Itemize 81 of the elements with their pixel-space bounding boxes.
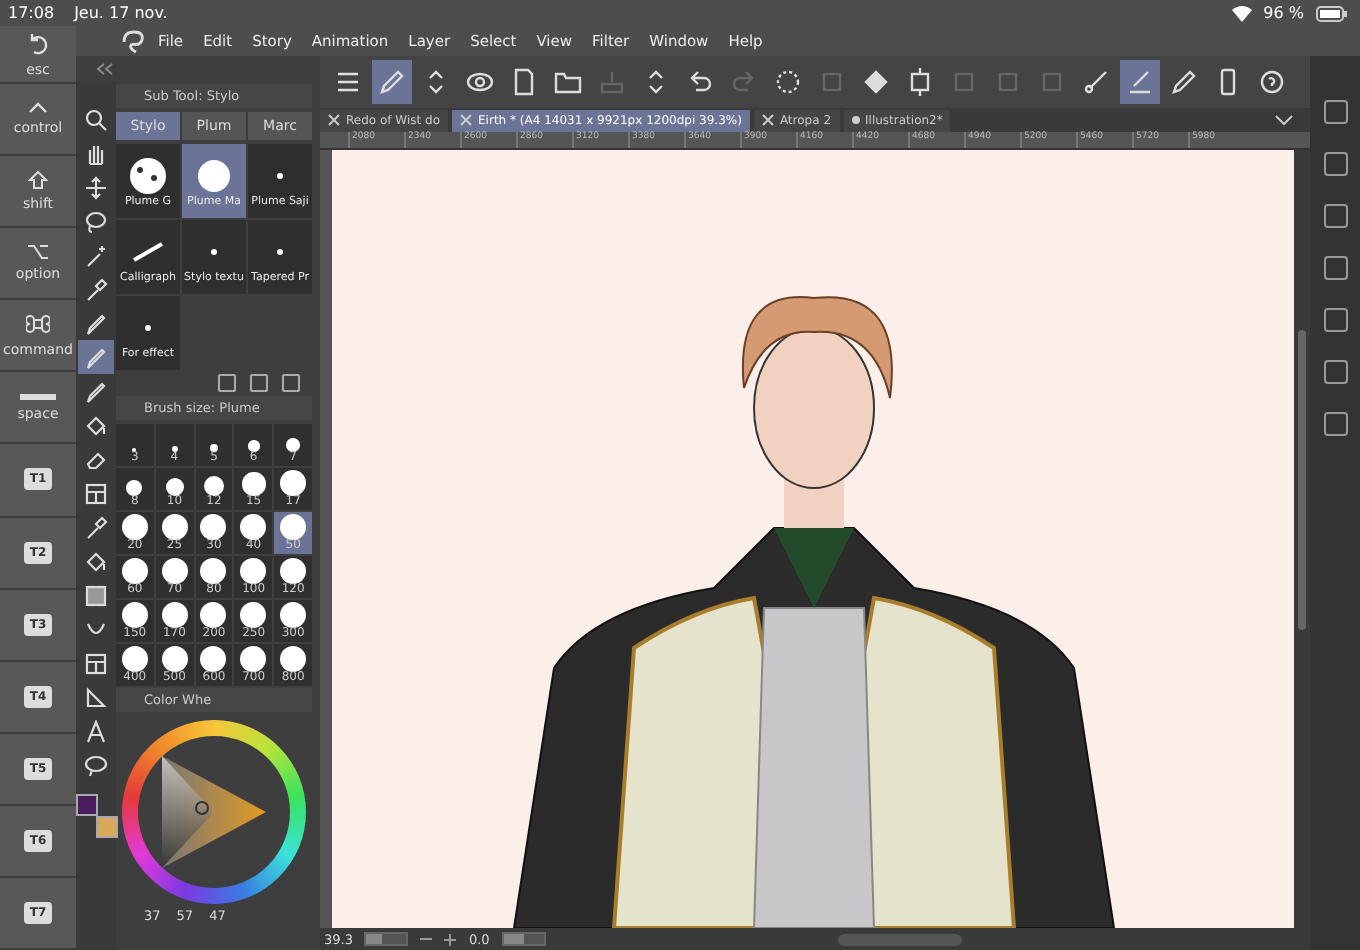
dot-preview-icon: [276, 171, 284, 179]
canvas[interactable]: [332, 150, 1294, 928]
dot-preview-icon: [210, 247, 218, 255]
pen-icon: [84, 379, 108, 403]
brush-dot-icon: [161, 514, 188, 540]
close-icon[interactable]: [328, 114, 340, 126]
unsaved-dot-icon: [851, 116, 860, 124]
brush-dot-icon: [200, 602, 227, 628]
caret-icon: [28, 102, 48, 115]
dropper-icon: [84, 277, 108, 301]
eraser-icon: [84, 447, 108, 471]
brush-dot-icon: [126, 480, 143, 496]
zoom-slider-fill[interactable]: [366, 934, 383, 944]
text-icon: [84, 719, 108, 743]
minus-icon[interactable]: [420, 937, 433, 941]
brush-dot-icon: [280, 602, 307, 628]
date-text: Jeu. 17 nov.: [74, 4, 168, 22]
brush-dot-icon: [161, 602, 188, 628]
color-triangle[interactable]: [158, 752, 270, 872]
grid-icon: [84, 481, 108, 505]
dot-preview-icon: [276, 247, 284, 255]
pen-icon: [84, 311, 108, 335]
shift-icon: [28, 170, 48, 191]
brush-dot-icon: [209, 443, 219, 452]
close-icon[interactable]: [761, 114, 774, 126]
brush-dot-icon: [200, 646, 227, 672]
move-icon: [84, 175, 108, 199]
brush-dot-icon: [200, 514, 227, 540]
bucket-icon: [84, 413, 108, 437]
brush-dot-icon: [280, 470, 306, 496]
dropper-icon: [84, 515, 108, 539]
undo-icon: [26, 31, 50, 56]
brush-dot-icon: [247, 440, 260, 452]
pen-icon: [84, 345, 108, 369]
balloon-icon: [84, 753, 108, 777]
option-icon: [26, 244, 50, 261]
wand-icon: [84, 243, 108, 267]
brush-dot-icon: [240, 558, 267, 584]
sub-color-swatch[interactable]: [96, 816, 118, 838]
lasso-icon: [84, 209, 108, 233]
brush-dot-icon: [121, 558, 148, 584]
scrollbar-thumb[interactable]: [1298, 330, 1306, 630]
brush-dot-icon: [121, 514, 148, 540]
pen-toolbar-button[interactable]: [372, 60, 412, 104]
command-icon: [26, 312, 50, 337]
rotation-slider-fill[interactable]: [503, 934, 524, 944]
brush-dot-icon: [280, 646, 307, 672]
space-bar-icon: [20, 393, 56, 400]
brush-dot-icon: [165, 477, 184, 496]
brush-dot-icon: [241, 472, 266, 496]
clock-time: 17:08: [8, 4, 55, 22]
scrollbar-thumb[interactable]: [837, 933, 962, 945]
gradient-icon: [84, 583, 108, 607]
main-color-swatch[interactable]: [76, 794, 98, 816]
ruler-icon: [84, 685, 108, 709]
grid-icon: [84, 651, 108, 675]
search-icon: [84, 107, 108, 131]
close-icon[interactable]: [460, 114, 473, 126]
plus-icon[interactable]: [444, 933, 457, 945]
brush-dot-icon: [161, 646, 188, 672]
brush-dot-icon: [171, 445, 178, 452]
brush-dot-icon: [200, 558, 227, 584]
brush-dot-icon: [240, 602, 267, 628]
brush-dot-icon: [121, 602, 148, 628]
brush-dot-icon: [203, 475, 225, 496]
battery-percent: 96 %: [1263, 4, 1304, 22]
dot-preview-icon: [144, 323, 152, 331]
battery-icon: [1316, 5, 1348, 21]
brush-dot-icon: [121, 646, 148, 672]
brush-dot-icon: [280, 558, 307, 584]
brush-toolbar-button[interactable]: [1120, 60, 1160, 104]
brush-dot-icon: [280, 514, 307, 540]
brush-dot-icon: [240, 646, 267, 672]
dropdown-caret-icon[interactable]: [1274, 114, 1294, 126]
wifi-icon: [1231, 5, 1252, 21]
brush-dot-icon: [286, 438, 300, 452]
bucket-icon: [84, 549, 108, 573]
brush-dot-icon: [240, 514, 267, 540]
brush-dot-icon: [161, 558, 188, 584]
app-logo-icon: [120, 29, 148, 53]
hand-icon: [84, 141, 108, 165]
